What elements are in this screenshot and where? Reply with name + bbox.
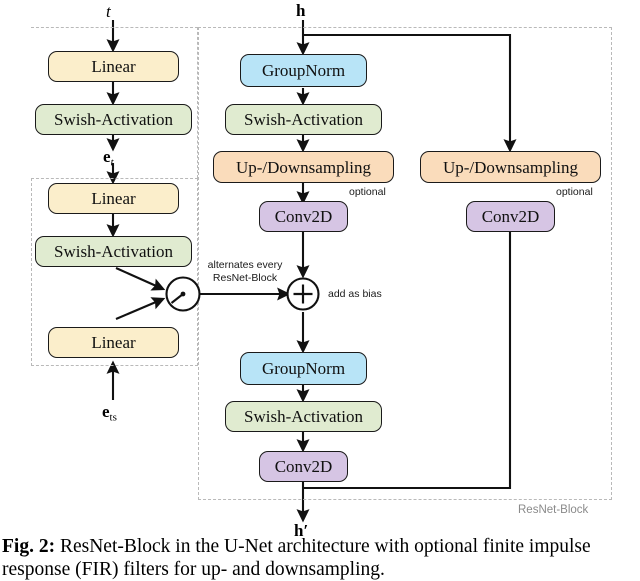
ets-sub: ts (109, 411, 117, 424)
node-left-swish-1[interactable]: Swish-Activation (35, 104, 192, 135)
et-base: e (103, 147, 111, 166)
node-main-conv2d-2[interactable]: Conv2D (259, 451, 348, 482)
node-left-linear-1[interactable]: Linear (48, 51, 179, 82)
node-main-conv2d-1[interactable]: Conv2D (259, 201, 348, 232)
caption-text: ResNet-Block in the U-Net architecture w… (2, 536, 591, 580)
add-as-bias-note: add as bias (328, 288, 382, 300)
node-skip-updownsampling[interactable]: Up-/Downsampling (420, 151, 601, 183)
node-main-swish-1[interactable]: Swish-Activation (225, 104, 382, 135)
node-left-linear-2[interactable]: Linear (48, 183, 179, 214)
skip-updownsampling-optional-note: optional (556, 186, 593, 198)
embedding-label-et: et (103, 147, 114, 169)
resnet-block-label: ResNet-Block (518, 504, 589, 516)
node-main-swish-2[interactable]: Swish-Activation (225, 401, 382, 432)
figure-canvas: t h et ets h′ Linear Swish-Activation Li… (0, 0, 640, 580)
caption-label: Fig. 2: (2, 536, 56, 557)
switch-alternates-note: alternates every ResNet-Block (200, 259, 290, 285)
figure-caption: Fig. 2: ResNet-Block in the U-Net archit… (0, 535, 640, 581)
switch-note-line-1: alternates every (207, 259, 283, 271)
main-updownsampling-optional-note: optional (349, 186, 386, 198)
input-label-t: t (106, 2, 111, 21)
embedding-label-ets: ets (102, 402, 117, 424)
timestep-embedding-dashed-box (31, 27, 198, 178)
node-left-swish-2[interactable]: Swish-Activation (35, 236, 192, 267)
switch-note-line-2: ResNet-Block (212, 272, 278, 284)
et-sub: t (110, 156, 114, 169)
node-main-updownsampling[interactable]: Up-/Downsampling (213, 151, 394, 183)
input-label-h: h (296, 1, 306, 20)
node-main-groupnorm-1[interactable]: GroupNorm (240, 54, 367, 87)
node-main-groupnorm-2[interactable]: GroupNorm (240, 352, 367, 385)
switch-operator (165, 276, 201, 312)
output-label-h-prime: h′ (294, 521, 309, 540)
node-left-linear-3[interactable]: Linear (48, 327, 179, 358)
node-skip-conv2d[interactable]: Conv2D (466, 201, 555, 232)
ets-base: e (102, 402, 110, 421)
